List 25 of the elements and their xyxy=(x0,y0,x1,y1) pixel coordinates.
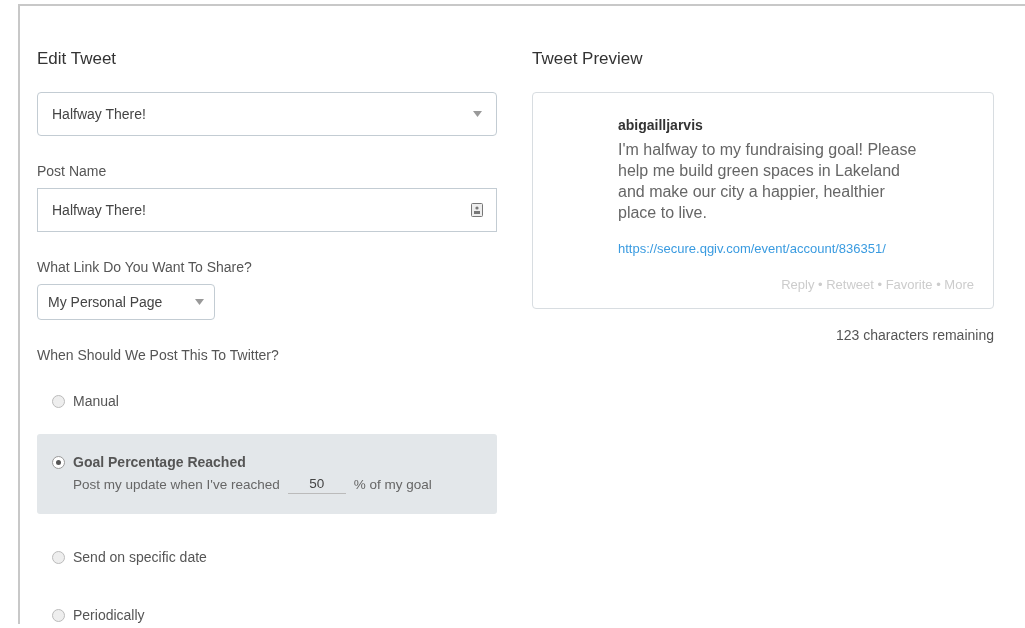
caret-icon xyxy=(195,299,204,305)
field-label: Post Name xyxy=(37,163,108,179)
tweet-text: I'm halfway to my fundraising goal! Please help me build green spaces in Lakeland and make our city a happier, healthier place to live. xyxy=(618,140,918,223)
radio-button[interactable] xyxy=(52,608,65,622)
link-dropdown[interactable]: My Personal Page xyxy=(37,284,215,320)
radio-button[interactable] xyxy=(52,550,65,564)
preview-title: Tweet Preview xyxy=(532,49,644,69)
field-label: When Should We Post This To Twitter? xyxy=(37,347,280,363)
option-description: % of my goal xyxy=(353,476,432,492)
radio-button[interactable] xyxy=(52,455,65,469)
option-label[interactable]: Manual xyxy=(73,393,119,409)
option-label[interactable]: Periodically xyxy=(73,607,145,623)
percent-field[interactable]: 50 xyxy=(287,474,346,494)
post-name-field[interactable]: Halfway There! xyxy=(37,188,497,232)
characters-remaining: 123 characters remaining xyxy=(835,327,994,343)
radio-button[interactable] xyxy=(52,394,65,408)
caret-icon xyxy=(473,111,482,117)
form-title: Edit Tweet xyxy=(37,49,118,69)
template-dropdown[interactable]: Halfway There! xyxy=(37,92,497,136)
option-label[interactable]: Send on specific date xyxy=(73,549,207,565)
tweet-username: abigailljarvis xyxy=(618,117,704,133)
option-label[interactable]: Goal Percentage Reached xyxy=(73,454,482,470)
option-description: Post my update when I've reached xyxy=(73,476,280,492)
field-label: What Link Do You Want To Share? xyxy=(37,259,253,275)
contact-card-icon[interactable] xyxy=(471,203,483,217)
